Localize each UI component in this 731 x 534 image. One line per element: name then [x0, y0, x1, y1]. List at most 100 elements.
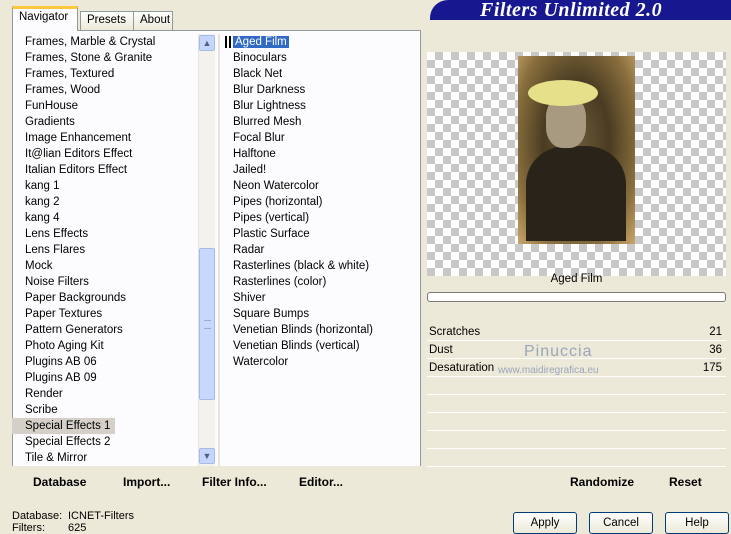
filter-item-label: Pipes (vertical)	[233, 212, 310, 224]
filter-item[interactable]: Blur Lightness	[225, 98, 415, 114]
chevron-up-icon[interactable]: ▲	[199, 35, 215, 51]
status-database-value: ICNET-Filters	[68, 510, 134, 522]
tab-presets[interactable]: Presets	[80, 11, 140, 30]
category-item-label: kang 2	[25, 196, 60, 208]
list-divider	[218, 34, 220, 466]
category-item-label: Image Enhancement	[25, 132, 132, 144]
filter-item[interactable]: Focal Blur	[225, 130, 415, 146]
filter-item[interactable]: Pipes (vertical)	[225, 210, 415, 226]
category-item[interactable]: Paper Backgrounds	[12, 290, 200, 306]
category-item-label: Paper Backgrounds	[25, 292, 127, 304]
category-item-label: Frames, Stone & Granite	[25, 52, 153, 64]
preview-panel: Aged Film Scratches 21 Dust 36 Desaturat…	[424, 30, 731, 496]
category-item[interactable]: kang 2	[12, 194, 200, 210]
filter-item[interactable]: Aged Film	[225, 34, 415, 50]
category-item[interactable]: Render	[12, 386, 200, 402]
filter-item[interactable]: Square Bumps	[225, 306, 415, 322]
category-item[interactable]: Paper Textures	[12, 306, 200, 322]
filter-info-button[interactable]: Filter Info...	[202, 475, 267, 489]
param-row-empty	[427, 413, 726, 431]
category-item[interactable]: Image Enhancement	[12, 130, 200, 146]
scrollbar-thumb[interactable]	[199, 248, 215, 400]
filter-item[interactable]: Venetian Blinds (vertical)	[225, 338, 415, 354]
category-item[interactable]: Special Effects 1	[12, 418, 200, 434]
category-item[interactable]: kang 1	[12, 178, 200, 194]
filter-item[interactable]: Jailed!	[225, 162, 415, 178]
filter-item[interactable]: Pipes (horizontal)	[225, 194, 415, 210]
filter-item[interactable]: Neon Watercolor	[225, 178, 415, 194]
category-item[interactable]: Plugins AB 06	[12, 354, 200, 370]
param-row-scratches[interactable]: Scratches 21	[427, 323, 726, 341]
editor-button[interactable]: Editor...	[299, 475, 343, 489]
randomize-button[interactable]: Randomize	[570, 475, 634, 489]
category-item-label: It@lian Editors Effect	[25, 148, 133, 160]
filter-item-label: Black Net	[233, 68, 283, 80]
param-row-empty	[427, 377, 726, 395]
category-item[interactable]: Italian Editors Effect	[12, 162, 200, 178]
filter-item-label: Halftone	[233, 148, 276, 160]
filter-item[interactable]: Watercolor	[225, 354, 415, 370]
status-filters-value: 625	[68, 522, 87, 534]
watermark-url: www.maidiregrafica.eu	[498, 365, 599, 376]
category-item[interactable]: FunHouse	[12, 98, 200, 114]
category-item-label: Plugins AB 06	[25, 356, 97, 368]
category-item-label: Frames, Marble & Crystal	[25, 36, 156, 48]
category-item-label: Paper Textures	[25, 308, 103, 320]
filter-item[interactable]: Rasterlines (black & white)	[225, 258, 415, 274]
chevron-down-icon[interactable]: ▼	[199, 448, 215, 464]
database-button[interactable]: Database	[33, 475, 86, 489]
category-item-label: Render	[25, 388, 63, 400]
category-scrollbar[interactable]: ▲ ▼	[198, 34, 215, 466]
category-item[interactable]: Frames, Textured	[12, 66, 200, 82]
category-item[interactable]: kang 4	[12, 210, 200, 226]
category-item-label: Lens Flares	[25, 244, 86, 256]
category-item[interactable]: Tile & Mirror	[12, 450, 200, 466]
category-item[interactable]: Mock	[12, 258, 200, 274]
category-item[interactable]: Frames, Marble & Crystal	[12, 34, 200, 50]
tab-navigator[interactable]: Navigator	[12, 6, 78, 31]
category-item[interactable]: It@lian Editors Effect	[12, 146, 200, 162]
category-item[interactable]: Scribe	[12, 402, 200, 418]
filter-item[interactable]: Blur Darkness	[225, 82, 415, 98]
filter-item[interactable]: Blurred Mesh	[225, 114, 415, 130]
param-row-empty	[427, 395, 726, 413]
filter-item[interactable]: Shiver	[225, 290, 415, 306]
category-item[interactable]: Noise Filters	[12, 274, 200, 290]
filter-item[interactable]: Rasterlines (color)	[225, 274, 415, 290]
filter-item-label: Blur Lightness	[233, 100, 306, 112]
filter-item-label: Radar	[233, 244, 265, 256]
import-button[interactable]: Import...	[123, 475, 170, 489]
filter-item[interactable]: Venetian Blinds (horizontal)	[225, 322, 415, 338]
category-item[interactable]: Lens Flares	[12, 242, 200, 258]
filter-item-label: Plastic Surface	[233, 228, 310, 240]
category-item[interactable]: Frames, Stone & Granite	[12, 50, 200, 66]
filter-item[interactable]: Plastic Surface	[225, 226, 415, 242]
category-item[interactable]: Special Effects 2	[12, 434, 200, 450]
category-item-label: Noise Filters	[25, 276, 89, 288]
category-item[interactable]: Frames, Wood	[12, 82, 200, 98]
filter-list[interactable]: Aged Film Binoculars Black Net Blur Darknes…	[225, 34, 415, 466]
filter-item-label: Square Bumps	[233, 308, 310, 320]
selection-caret-icon	[225, 36, 231, 48]
category-list[interactable]: Frames, Marble & Crystal Frames, Stone & …	[12, 34, 200, 466]
filter-item[interactable]: Radar	[225, 242, 415, 258]
category-item-label: Photo Aging Kit	[25, 340, 104, 352]
tab-about[interactable]: About	[133, 11, 173, 30]
navigator-button-bar: Database Import... Filter Info... Editor…	[12, 466, 421, 496]
filter-item[interactable]: Halftone	[225, 146, 415, 162]
category-item[interactable]: Pattern Generators	[12, 322, 200, 338]
filter-item-label: Venetian Blinds (horizontal)	[233, 324, 373, 336]
category-item[interactable]: Lens Effects	[12, 226, 200, 242]
status-database-label: Database:	[12, 510, 63, 522]
category-item-label: Special Effects 2	[25, 436, 111, 448]
filter-item-label: Rasterlines (black & white)	[233, 260, 370, 272]
category-item-label: Mock	[25, 260, 53, 272]
filter-item[interactable]: Black Net	[225, 66, 415, 82]
category-item-label: Special Effects 1	[12, 418, 116, 434]
category-item[interactable]: Photo Aging Kit	[12, 338, 200, 354]
category-item-label: Lens Effects	[25, 228, 89, 240]
reset-button[interactable]: Reset	[669, 475, 702, 489]
category-item[interactable]: Plugins AB 09	[12, 370, 200, 386]
category-item[interactable]: Gradients	[12, 114, 200, 130]
filter-item[interactable]: Binoculars	[225, 50, 415, 66]
